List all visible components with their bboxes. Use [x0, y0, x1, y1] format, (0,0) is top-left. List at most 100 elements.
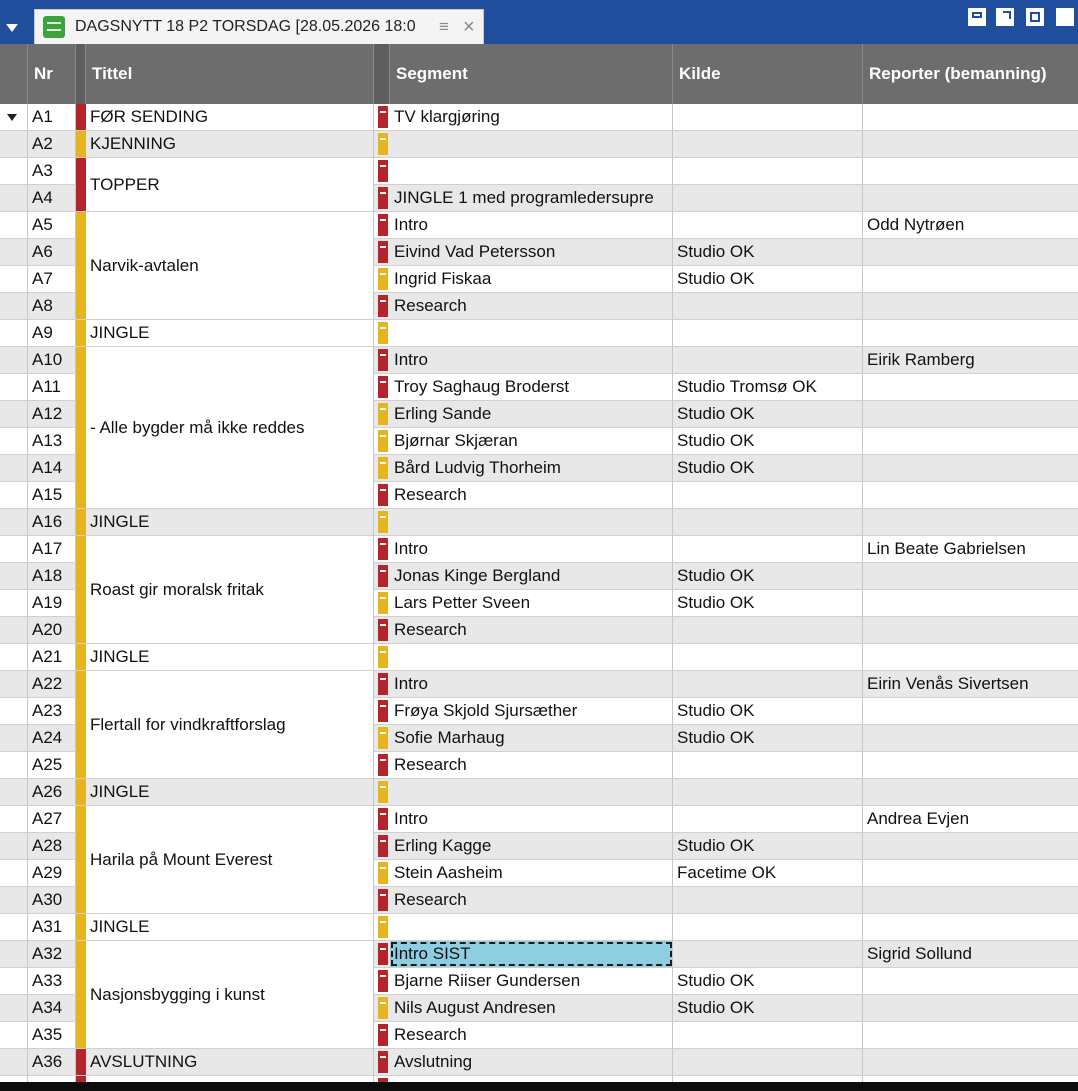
row-segment[interactable]: Intro	[390, 347, 673, 373]
collapse-arrow-icon[interactable]	[6, 24, 18, 32]
title-group[interactable]: - Alle bygder må ikke reddes	[76, 347, 374, 509]
row-segment[interactable]	[390, 320, 673, 346]
rundown-tab[interactable]: DAGSNYTT 18 P2 TORSDAG [28.05.2026 18:0 …	[34, 9, 484, 44]
row-reporter[interactable]	[863, 887, 1078, 913]
row-reporter[interactable]: Odd Nytrøen	[863, 212, 1078, 238]
segment-status-flag-icon[interactable]	[378, 1024, 388, 1046]
header-kilde[interactable]: Kilde	[673, 44, 863, 104]
row-reporter[interactable]	[863, 1022, 1078, 1048]
segment-status-flag-icon[interactable]	[378, 970, 388, 992]
row-segment[interactable]	[390, 158, 673, 184]
row-kilde[interactable]: Studio Tromsø OK	[673, 374, 863, 400]
row-reporter[interactable]	[863, 779, 1078, 805]
row-segment[interactable]	[390, 131, 673, 157]
row-segment[interactable]: Sofie Marhaug	[390, 725, 673, 751]
title-group[interactable]: Harila på Mount Everest	[76, 806, 374, 914]
segment-status-flag-icon[interactable]	[378, 592, 388, 614]
row-kilde[interactable]	[673, 509, 863, 535]
row-reporter[interactable]	[863, 995, 1078, 1021]
row-segment[interactable]	[390, 914, 673, 940]
row-segment[interactable]: Lars Petter Sveen	[390, 590, 673, 616]
row-kilde[interactable]: Studio OK	[673, 968, 863, 994]
row-reporter[interactable]	[863, 482, 1078, 508]
row-kilde[interactable]	[673, 941, 863, 967]
tab-menu-icon[interactable]: ≡	[439, 10, 449, 44]
segment-status-flag-icon[interactable]	[378, 646, 388, 668]
row-reporter[interactable]	[863, 860, 1078, 886]
segment-status-flag-icon[interactable]	[378, 376, 388, 398]
row-kilde[interactable]: Studio OK	[673, 725, 863, 751]
row-kilde[interactable]	[673, 779, 863, 805]
expand-triangle-icon[interactable]	[7, 114, 17, 121]
row-reporter[interactable]	[863, 104, 1078, 130]
row-kilde[interactable]	[673, 320, 863, 346]
row-segment[interactable]: Frøya Skjold Sjursæther	[390, 698, 673, 724]
row-reporter[interactable]	[863, 563, 1078, 589]
title-group[interactable]: Narvik-avtalen	[76, 212, 374, 320]
row-reporter[interactable]	[863, 185, 1078, 211]
segment-status-flag-icon[interactable]	[378, 700, 388, 722]
segment-status-flag-icon[interactable]	[378, 808, 388, 830]
row-reporter[interactable]: Eirin Venås Sivertsen	[863, 671, 1078, 697]
row-kilde[interactable]	[673, 752, 863, 778]
row-kilde[interactable]	[673, 104, 863, 130]
row-segment[interactable]: Avslutning	[390, 1049, 673, 1075]
segment-status-flag-icon[interactable]	[378, 268, 388, 290]
segment-status-flag-icon[interactable]	[378, 241, 388, 263]
row-segment[interactable]: Bård Ludvig Thorheim	[390, 455, 673, 481]
segment-status-flag-icon[interactable]	[378, 538, 388, 560]
row-kilde[interactable]	[673, 914, 863, 940]
row-kilde[interactable]	[673, 347, 863, 373]
row-reporter[interactable]	[863, 374, 1078, 400]
row-kilde[interactable]	[673, 1022, 863, 1048]
header-tittel[interactable]: Tittel	[86, 44, 374, 104]
row-kilde[interactable]: Studio OK	[673, 428, 863, 454]
row-kilde[interactable]: Studio OK	[673, 563, 863, 589]
segment-status-flag-icon[interactable]	[378, 160, 388, 182]
selected-segment-cell[interactable]: Intro SIST	[390, 941, 673, 967]
row-segment[interactable]: Erling Sande	[390, 401, 673, 427]
row-reporter[interactable]	[863, 1049, 1078, 1075]
segment-status-flag-icon[interactable]	[378, 133, 388, 155]
row-kilde[interactable]: Studio OK	[673, 401, 863, 427]
row-kilde[interactable]: Studio OK	[673, 698, 863, 724]
row-reporter[interactable]	[863, 725, 1078, 751]
header-reporter[interactable]: Reporter (bemanning)	[863, 44, 1078, 104]
segment-status-flag-icon[interactable]	[378, 862, 388, 884]
row-reporter[interactable]	[863, 455, 1078, 481]
title-group[interactable]: JINGLE	[76, 509, 374, 536]
title-group[interactable]: Flertall for vindkraftforslag	[76, 671, 374, 779]
row-segment[interactable]: Intro	[390, 212, 673, 238]
segment-status-flag-icon[interactable]	[378, 403, 388, 425]
segment-status-flag-icon[interactable]	[378, 943, 388, 965]
row-kilde[interactable]	[673, 536, 863, 562]
row-segment[interactable]: Bjørnar Skjæran	[390, 428, 673, 454]
segment-status-flag-icon[interactable]	[378, 916, 388, 938]
row-reporter[interactable]	[863, 617, 1078, 643]
row-segment[interactable]: Research	[390, 887, 673, 913]
row-segment[interactable]: Jonas Kinge Bergland	[390, 563, 673, 589]
row-segment[interactable]: TV klargjøring	[390, 104, 673, 130]
row-kilde[interactable]	[673, 887, 863, 913]
row-reporter[interactable]	[863, 698, 1078, 724]
segment-status-flag-icon[interactable]	[378, 835, 388, 857]
row-reporter[interactable]	[863, 590, 1078, 616]
row-reporter[interactable]: Eirik Ramberg	[863, 347, 1078, 373]
row-reporter[interactable]	[863, 239, 1078, 265]
row-kilde[interactable]	[673, 806, 863, 832]
title-group[interactable]: AVSLUTNING	[76, 1049, 374, 1076]
segment-status-flag-icon[interactable]	[378, 781, 388, 803]
row-reporter[interactable]	[863, 833, 1078, 859]
row-segment[interactable]: Bjarne Riiser Gundersen	[390, 968, 673, 994]
row-segment[interactable]: JINGLE 1 med programledersupre	[390, 185, 673, 211]
row-segment[interactable]	[390, 644, 673, 670]
row-reporter[interactable]	[863, 914, 1078, 940]
row-kilde[interactable]: Studio OK	[673, 833, 863, 859]
row-reporter[interactable]	[863, 752, 1078, 778]
title-group[interactable]: TOPPER	[76, 158, 374, 212]
row-kilde[interactable]	[673, 617, 863, 643]
row-kilde[interactable]	[673, 644, 863, 670]
segment-status-flag-icon[interactable]	[378, 430, 388, 452]
segment-status-flag-icon[interactable]	[378, 484, 388, 506]
segment-status-flag-icon[interactable]	[378, 754, 388, 776]
